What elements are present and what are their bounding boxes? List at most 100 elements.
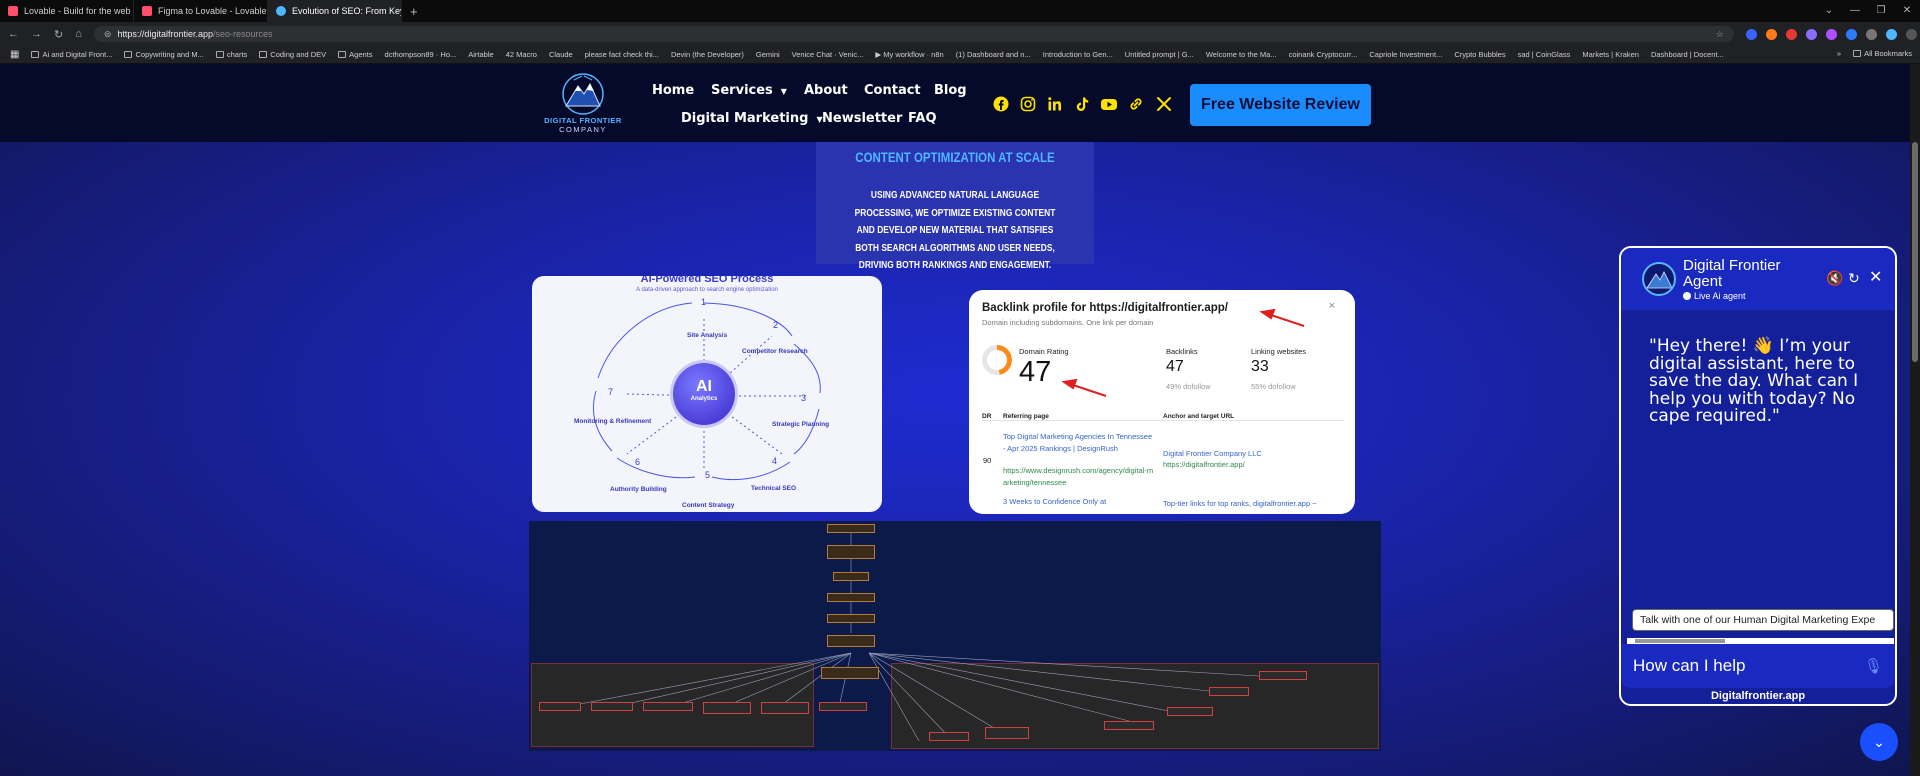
tab-lovable[interactable]: Lovable - Build for the web 20x×: [0, 0, 134, 22]
linkedin-icon[interactable]: [1046, 95, 1064, 113]
agent-status: Live Ai agent: [1683, 291, 1746, 301]
flow-node: [761, 702, 809, 714]
flow-node: [1209, 687, 1249, 696]
link-icon[interactable]: [1127, 95, 1145, 113]
bookmark-item[interactable]: Ai and Digital Front...: [31, 50, 112, 59]
bookmark-item[interactable]: Airtable: [468, 50, 493, 59]
referring-page-link[interactable]: 3 Weeks to Confidence Only at: [1003, 496, 1153, 508]
suggestion-chip[interactable]: Talk with one of our Human Digital Marke…: [1632, 609, 1894, 631]
chat-toggle-button[interactable]: ⌄: [1860, 723, 1898, 761]
bookmark-item[interactable]: please fact check thi...: [585, 50, 659, 59]
nav-faq[interactable]: FAQ: [908, 111, 937, 126]
bookmark-item[interactable]: Agents: [338, 50, 373, 59]
mountain-logo-icon: [1646, 271, 1673, 289]
status-dot-icon: [1683, 292, 1691, 300]
referring-page-link[interactable]: Top Digital Marketing Agencies In Tennes…: [1003, 431, 1153, 454]
facebook-icon[interactable]: [992, 95, 1010, 113]
nav-newsletter[interactable]: Newsletter: [822, 111, 902, 126]
youtube-icon[interactable]: [1100, 95, 1118, 113]
menu-icon[interactable]: [1905, 28, 1917, 40]
extension-icon[interactable]: [1825, 28, 1837, 40]
mute-icon[interactable]: 🔇: [1826, 270, 1843, 287]
flow-node: [643, 702, 693, 711]
bookmark-item[interactable]: coinank Cryptocurr...: [1289, 50, 1358, 59]
extension-icon[interactable]: [1785, 28, 1797, 40]
target-url[interactable]: https://digitalfrontier.app/: [1163, 459, 1245, 471]
referring-page-url[interactable]: https://www.designrush.com/agency/digita…: [1003, 465, 1155, 488]
bookmark-item[interactable]: Dashboard | Docent...: [1651, 50, 1724, 59]
anchor-link[interactable]: Top-tier links for top ranks, digitalfro…: [1163, 498, 1317, 510]
refresh-icon[interactable]: ↻: [1848, 270, 1860, 287]
bookmark-item[interactable]: Crypto Bubbles: [1454, 50, 1505, 59]
folder-icon: [31, 51, 40, 58]
bookmark-item[interactable]: sad | CoinGlass: [1518, 50, 1571, 59]
tiktok-icon[interactable]: [1073, 95, 1091, 113]
home-icon[interactable]: ⌂: [75, 28, 82, 40]
flowchart-connectors: [563, 533, 1260, 742]
extension-icon[interactable]: [1845, 28, 1857, 40]
bookmark-item[interactable]: Markets | Kraken: [1582, 50, 1639, 59]
extension-icon[interactable]: [1765, 28, 1777, 40]
bookmark-star-icon[interactable]: ☆: [1716, 29, 1724, 40]
bookmark-item[interactable]: Coding and DEV: [259, 50, 326, 59]
reload-icon[interactable]: ↻: [54, 28, 63, 41]
instagram-icon[interactable]: [1019, 95, 1037, 113]
divider: [982, 420, 1344, 421]
site-logo[interactable]: DIGITAL FRONTIER COMPANY: [538, 72, 628, 138]
bookmark-item[interactable]: ▶ My workflow · n8n: [875, 50, 943, 59]
step-label: Competitor Research: [742, 348, 808, 355]
free-website-review-button[interactable]: Free Website Review: [1190, 84, 1371, 126]
bookmark-label: Claude: [548, 50, 573, 59]
nav-home[interactable]: Home: [652, 83, 694, 98]
bookmark-item[interactable]: (1) Dashboard and n...: [956, 50, 1031, 59]
x-twitter-icon[interactable]: [1155, 95, 1173, 113]
site-info-icon[interactable]: ⊜: [104, 29, 112, 40]
bookmark-item[interactable]: Copywriting and M...: [124, 50, 204, 59]
forward-icon[interactable]: →: [31, 28, 42, 40]
extensions-puzzle-icon[interactable]: [1865, 28, 1877, 40]
bookmark-item[interactable]: 42 Macro: [506, 50, 537, 59]
extension-icon[interactable]: [1805, 28, 1817, 40]
bookmark-item[interactable]: Devin (the Developer): [671, 50, 744, 59]
apps-icon[interactable]: ▦: [10, 49, 19, 60]
back-icon[interactable]: ←: [8, 28, 19, 40]
nav-contact[interactable]: Contact: [864, 83, 921, 98]
flow-node: [1104, 721, 1154, 730]
bookmark-item[interactable]: dcthompson89 · Ho...: [385, 50, 457, 59]
bookmarks-overflow-button[interactable]: »: [1837, 49, 1841, 58]
nav-blog[interactable]: Blog: [934, 83, 967, 98]
folder-icon: [215, 51, 224, 58]
bookmark-item[interactable]: Introduction to Gen...: [1043, 50, 1113, 59]
url-input[interactable]: ⊜ https://digitalfrontier.app/seo-resour…: [93, 26, 1734, 42]
bookmark-item[interactable]: charts: [215, 50, 247, 59]
tab-evolution-seo[interactable]: Evolution of SEO: From Keywo×: [268, 0, 402, 22]
bookmark-item[interactable]: Capriole Investment...: [1369, 50, 1442, 59]
anchor-link[interactable]: Digital Frontier Company LLC: [1163, 448, 1262, 460]
nav-about[interactable]: About: [804, 83, 848, 98]
maximize-icon[interactable]: ❐: [1868, 0, 1894, 22]
bookmark-item[interactable]: Untitled prompt | G...: [1125, 50, 1194, 59]
bookmark-label: Capriole Investment...: [1369, 50, 1443, 59]
chat-input[interactable]: How can I help 🎙: [1621, 644, 1895, 688]
bookmark-item[interactable]: Venice Chat · Venic...: [792, 50, 864, 59]
bookmark-item[interactable]: Gemini: [756, 50, 780, 59]
nav-services[interactable]: Services ▼: [711, 83, 787, 98]
profile-avatar[interactable]: [1885, 28, 1897, 40]
close-icon[interactable]: ✕: [1869, 267, 1882, 287]
microphone-icon[interactable]: 🎙: [1864, 657, 1883, 675]
all-bookmarks-button[interactable]: All Bookmarks: [1853, 49, 1912, 58]
page-scrollbar-thumb[interactable]: [1912, 142, 1918, 362]
tab-search-icon[interactable]: ⌄: [1816, 0, 1842, 22]
bookmark-item[interactable]: Claude: [549, 50, 573, 59]
close-icon[interactable]: ×: [1329, 300, 1335, 312]
nav-digital-marketing[interactable]: Digital Marketing ▼: [681, 111, 823, 126]
site-icon: [276, 6, 286, 16]
new-tab-button[interactable]: +: [410, 4, 418, 19]
bookmark-item[interactable]: Welcome to the Ma...: [1206, 50, 1277, 59]
scroll-thumb[interactable]: [1635, 639, 1725, 643]
minimize-icon[interactable]: —: [1842, 0, 1868, 22]
bookmark-label: coinank Cryptocurr...: [1288, 50, 1358, 59]
close-window-icon[interactable]: ✕: [1894, 0, 1920, 22]
extension-icon[interactable]: [1745, 28, 1757, 40]
tab-figma-lovable[interactable]: Figma to Lovable - Lovable Do×: [134, 0, 268, 22]
